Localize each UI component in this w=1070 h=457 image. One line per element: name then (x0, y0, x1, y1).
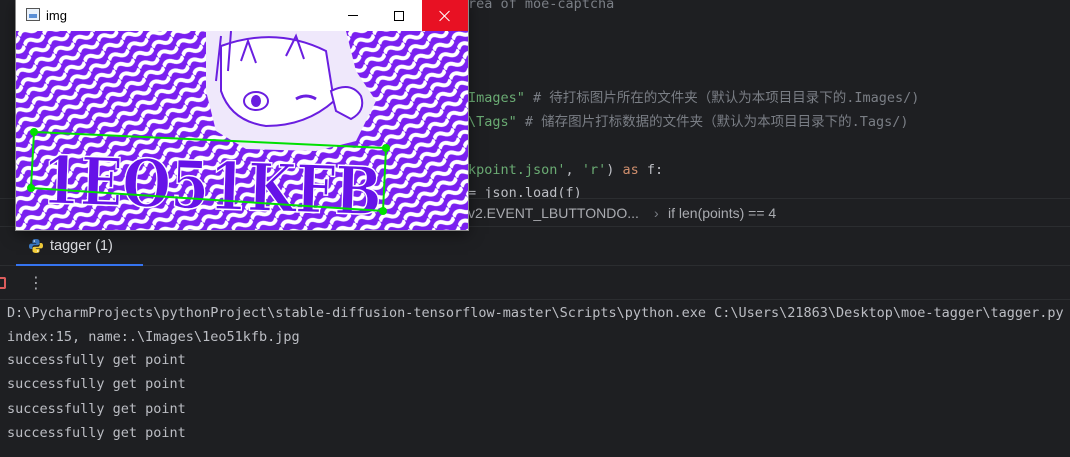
corner-point[interactable] (30, 128, 38, 136)
tab-tagger[interactable]: tagger (1) (16, 227, 143, 266)
minimize-button[interactable] (330, 0, 376, 31)
python-icon (29, 238, 43, 253)
console-output[interactable]: D:\PycharmProjects\pythonProject\stable-… (0, 300, 1070, 457)
window-titlebar[interactable]: img (16, 0, 468, 31)
console-line: successfully get point (7, 401, 186, 417)
tab-label: tagger (1) (50, 237, 113, 254)
minimize-icon (348, 15, 358, 16)
corner-point[interactable] (379, 207, 387, 215)
console-line: D:\PycharmProjects\pythonProject\stable-… (7, 305, 1064, 321)
console-line: successfully get point (7, 425, 186, 441)
captcha-image-canvas: 1EO51KFB (16, 31, 468, 230)
code-line: kpoint.json', 'r') as f: (468, 160, 663, 180)
code-token: 'r' (581, 162, 607, 178)
more-options-icon[interactable]: ⋮ (28, 273, 44, 293)
code-token: , (565, 162, 582, 178)
code-token: as (622, 162, 639, 178)
code-line: \Tags" # 储存图片打标数据的文件夹（默认为本项目目录下的.Tags/) (468, 112, 909, 132)
maximize-icon (394, 10, 404, 21)
run-tab-bar: tagger (1) (0, 227, 1070, 266)
stop-icon[interactable] (0, 277, 6, 289)
window-title: img (46, 8, 67, 23)
code-line: Images" # 待打标图片所在的文件夹（默认为本项目目录下的.Images/… (468, 88, 919, 108)
code-token: rea of moe-captcha (468, 0, 615, 12)
code-token: Images" (468, 90, 525, 106)
code-token: f: (638, 162, 664, 178)
close-icon (439, 10, 451, 22)
captcha-image[interactable]: 1EO51KFB (16, 31, 468, 230)
console-line: successfully get point (7, 376, 186, 392)
breadcrumb-item-if[interactable]: if len(points) == 4 (668, 199, 776, 227)
run-toolbar: ⋮ (0, 266, 1070, 300)
code-token: \Tags" (468, 114, 517, 130)
code-token: ) (606, 162, 623, 178)
breadcrumb-separator: › (654, 205, 659, 221)
breadcrumb-item-event[interactable]: v2.EVENT_LBUTTONDO... (468, 199, 639, 227)
code-token: # 待打标图片所在的文件夹（默认为本项目目录下的.Images/) (524, 90, 920, 106)
console-line: index:15, name:.\Images\1eo51kfb.jpg (7, 329, 300, 345)
code-line: rea of moe-captcha (468, 0, 614, 14)
corner-point[interactable] (382, 144, 390, 152)
maximize-button[interactable] (376, 0, 422, 31)
img-window[interactable]: img 1EO51KFB (16, 0, 468, 230)
corner-point[interactable] (27, 184, 35, 192)
close-button[interactable] (422, 0, 468, 31)
code-token: kpoint.json' (468, 162, 566, 178)
code-token: # 储存图片打标数据的文件夹（默认为本项目目录下的.Tags/) (516, 114, 909, 130)
captcha-text: 1EO51KFB (41, 141, 384, 230)
window-app-icon (26, 8, 40, 21)
console-line: successfully get point (7, 352, 186, 368)
